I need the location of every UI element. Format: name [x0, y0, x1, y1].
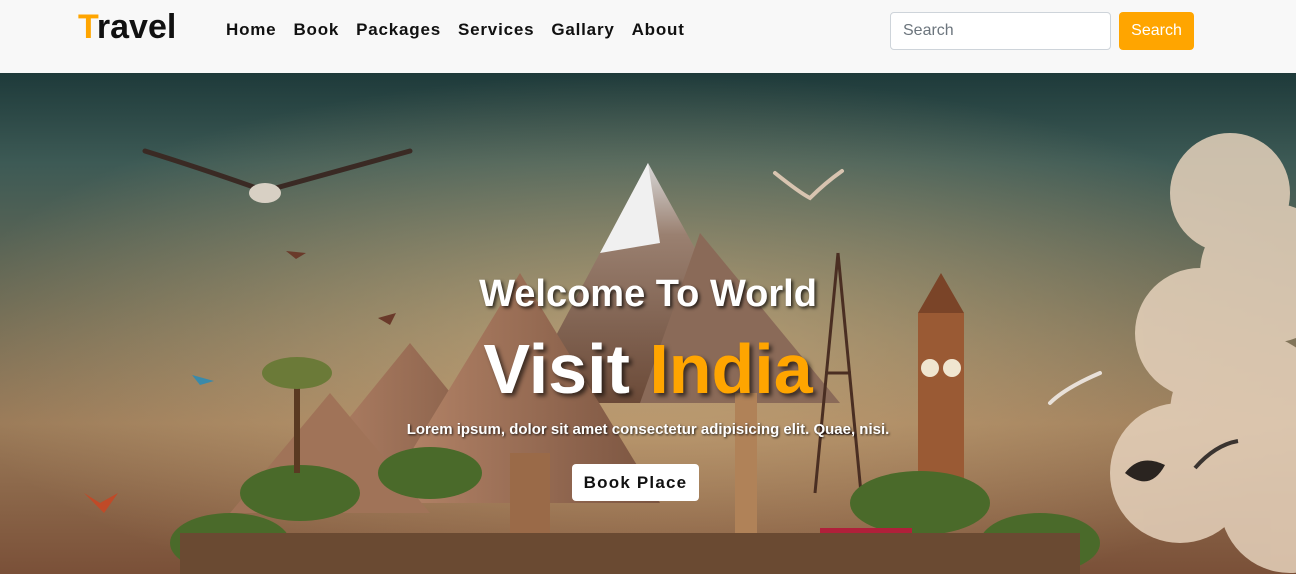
nav-link-gallary[interactable]: Gallary	[551, 20, 614, 40]
search-input[interactable]	[890, 12, 1111, 50]
search-button[interactable]: Search	[1119, 12, 1194, 50]
hero-title-accent: India	[649, 330, 813, 408]
brand-logo[interactable]: Travel	[78, 8, 176, 47]
hero-description: Lorem ipsum, dolor sit amet consectetur …	[406, 421, 890, 438]
hero-section: Welcome To World Visit India Lorem ipsum…	[0, 73, 1296, 574]
nav-link-home[interactable]: Home	[226, 20, 276, 40]
book-place-button[interactable]: Book Place	[572, 464, 699, 501]
nav-link-about[interactable]: About	[632, 20, 685, 40]
hero-title-main: Visit	[483, 330, 630, 408]
brand-rest: ravel	[96, 8, 177, 46]
hero-title: Visit India	[0, 329, 1296, 409]
nav-link-services[interactable]: Services	[458, 20, 534, 40]
brand-initial: T	[78, 8, 97, 46]
nav-links: Home Book Packages Services Gallary Abou…	[226, 20, 702, 40]
nav-link-book[interactable]: Book	[293, 20, 339, 40]
hero-content: Welcome To World Visit India Lorem ipsum…	[0, 73, 1296, 574]
hero-subtitle: Welcome To World	[479, 273, 817, 315]
nav-link-packages[interactable]: Packages	[356, 20, 441, 40]
navbar: Travel Home Book Packages Services Galla…	[0, 0, 1296, 73]
